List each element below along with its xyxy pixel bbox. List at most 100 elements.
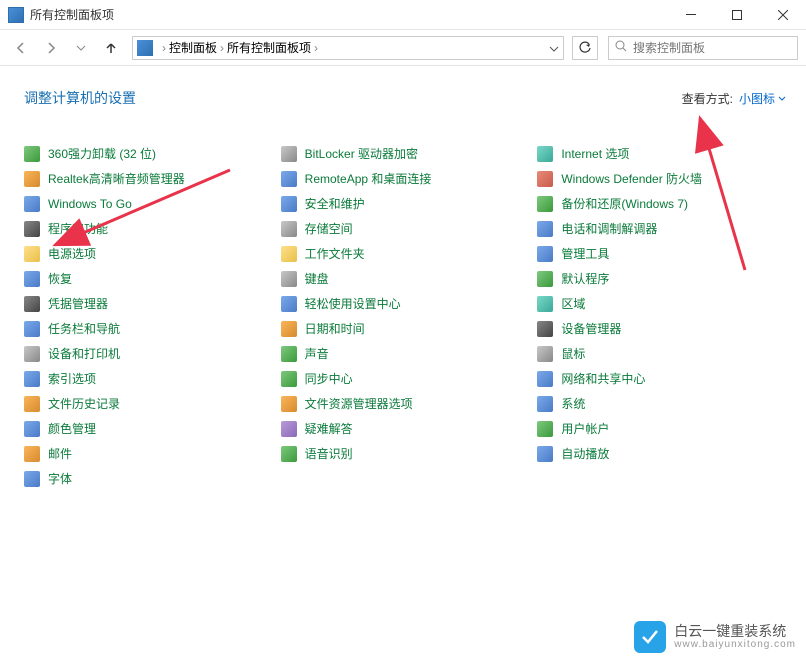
window-controls [668, 0, 806, 30]
back-button[interactable] [8, 35, 34, 61]
control-panel-item[interactable]: 存储空间 [281, 221, 538, 237]
control-panel-item[interactable]: 默认程序 [537, 271, 794, 287]
control-panel-item[interactable]: 用户帐户 [537, 421, 794, 437]
item-icon [537, 271, 553, 287]
search-box[interactable] [608, 36, 798, 60]
forward-arrow-icon [44, 41, 58, 55]
control-panel-item[interactable]: 设备管理器 [537, 321, 794, 337]
control-panel-item[interactable]: 字体 [24, 471, 281, 487]
control-panel-item[interactable]: 颜色管理 [24, 421, 281, 437]
item-icon [24, 396, 40, 412]
control-panel-item[interactable]: RemoteApp 和桌面连接 [281, 171, 538, 187]
item-icon [24, 446, 40, 462]
control-panel-item[interactable]: 邮件 [24, 446, 281, 462]
control-panel-item[interactable]: 电话和调制解调器 [537, 221, 794, 237]
item-label: 网络和共享中心 [561, 371, 645, 387]
item-icon [537, 196, 553, 212]
breadcrumb-item[interactable]: 控制面板 [169, 39, 217, 56]
control-panel-item[interactable]: 任务栏和导航 [24, 321, 281, 337]
item-label: 设备管理器 [561, 321, 621, 337]
up-button[interactable] [98, 35, 124, 61]
control-panel-item[interactable]: 轻松使用设置中心 [281, 296, 538, 312]
control-panel-item[interactable]: 日期和时间 [281, 321, 538, 337]
item-icon [537, 371, 553, 387]
control-panel-item[interactable]: 系统 [537, 396, 794, 412]
search-input[interactable] [633, 41, 791, 55]
refresh-button[interactable] [572, 36, 598, 60]
control-panel-item[interactable]: 文件资源管理器选项 [281, 396, 538, 412]
control-panel-item[interactable]: 恢复 [24, 271, 281, 287]
minimize-icon [686, 14, 696, 15]
item-icon [24, 421, 40, 437]
header-row: 调整计算机的设置 查看方式: 小图标 [0, 66, 806, 116]
watermark-icon [634, 621, 666, 653]
item-icon [281, 421, 297, 437]
watermark-title: 白云一键重装系统 [674, 624, 796, 639]
item-label: Windows To Go [48, 196, 132, 212]
control-panel-item[interactable]: 网络和共享中心 [537, 371, 794, 387]
breadcrumb-dropdown-icon[interactable] [549, 41, 559, 55]
window-title: 所有控制面板项 [30, 6, 114, 23]
item-label: Windows Defender 防火墙 [561, 171, 702, 187]
item-label: 字体 [48, 471, 72, 487]
view-mode-value: 小图标 [739, 90, 775, 107]
item-label: 自动播放 [561, 446, 609, 462]
control-panel-item[interactable]: 键盘 [281, 271, 538, 287]
item-icon [281, 296, 297, 312]
maximize-button[interactable] [714, 0, 760, 30]
item-icon [537, 296, 553, 312]
control-panel-item[interactable]: 语音识别 [281, 446, 538, 462]
control-panel-item[interactable]: 疑难解答 [281, 421, 538, 437]
breadcrumb[interactable]: › 控制面板 › 所有控制面板项 › [132, 36, 564, 60]
control-panel-item[interactable]: BitLocker 驱动器加密 [281, 146, 538, 162]
breadcrumb-sep-icon: › [162, 41, 166, 55]
view-mode-dropdown[interactable]: 小图标 [739, 90, 786, 107]
chevron-down-icon [76, 45, 86, 51]
control-panel-item[interactable]: 声音 [281, 346, 538, 362]
minimize-button[interactable] [668, 0, 714, 30]
control-panel-item[interactable]: 文件历史记录 [24, 396, 281, 412]
control-panel-item[interactable]: 索引选项 [24, 371, 281, 387]
control-panel-item[interactable]: Internet 选项 [537, 146, 794, 162]
item-label: 默认程序 [561, 271, 609, 287]
control-panel-item[interactable]: 同步中心 [281, 371, 538, 387]
item-label: 管理工具 [561, 246, 609, 262]
control-panel-item[interactable]: 安全和维护 [281, 196, 538, 212]
close-icon [778, 10, 788, 20]
control-panel-item[interactable]: 工作文件夹 [281, 246, 538, 262]
recent-dropdown[interactable] [68, 35, 94, 61]
item-label: 用户帐户 [561, 421, 609, 437]
control-panel-item[interactable]: 备份和还原(Windows 7) [537, 196, 794, 212]
control-panel-item[interactable]: 设备和打印机 [24, 346, 281, 362]
item-label: 语音识别 [305, 446, 353, 462]
item-label: Realtek高清晰音频管理器 [48, 171, 185, 187]
control-panel-item[interactable]: 360强力卸载 (32 位) [24, 146, 281, 162]
control-panel-item[interactable]: Realtek高清晰音频管理器 [24, 171, 281, 187]
item-icon [24, 296, 40, 312]
control-panel-item[interactable]: Windows To Go [24, 196, 281, 212]
watermark: 白云一键重装系统 www.baiyunxitong.com [634, 621, 796, 653]
item-icon [537, 246, 553, 262]
breadcrumb-sep-icon: › [314, 41, 318, 55]
view-mode: 查看方式: 小图标 [682, 90, 786, 107]
control-panel-item[interactable]: 凭据管理器 [24, 296, 281, 312]
up-arrow-icon [104, 41, 118, 55]
item-label: 索引选项 [48, 371, 96, 387]
breadcrumb-icon [137, 40, 153, 56]
item-label: 设备和打印机 [48, 346, 120, 362]
item-icon [281, 396, 297, 412]
items-grid: 360强力卸载 (32 位) Realtek高清晰音频管理器 Windows To … [0, 116, 806, 487]
control-panel-item[interactable]: 管理工具 [537, 246, 794, 262]
control-panel-item[interactable]: 鼠标 [537, 346, 794, 362]
control-panel-item[interactable]: 电源选项 [24, 246, 281, 262]
forward-button[interactable] [38, 35, 64, 61]
control-panel-item[interactable]: Windows Defender 防火墙 [537, 171, 794, 187]
breadcrumb-item[interactable]: 所有控制面板项 [227, 39, 311, 56]
item-label: 轻松使用设置中心 [305, 296, 401, 312]
navbar: › 控制面板 › 所有控制面板项 › [0, 30, 806, 66]
control-panel-item[interactable]: 程序和功能 [24, 221, 281, 237]
item-icon [24, 146, 40, 162]
control-panel-item[interactable]: 自动播放 [537, 446, 794, 462]
control-panel-item[interactable]: 区域 [537, 296, 794, 312]
close-button[interactable] [760, 0, 806, 30]
